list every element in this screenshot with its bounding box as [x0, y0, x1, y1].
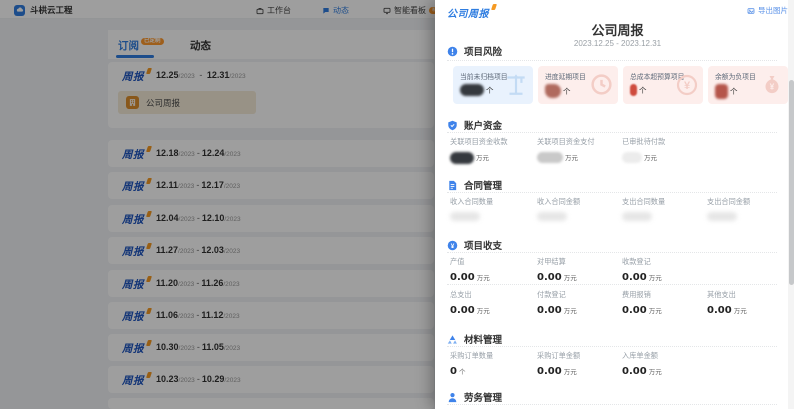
badge-tick-icon [491, 4, 496, 10]
redacted-value [537, 152, 563, 163]
company-weekly-report-drawer: 公司周报 导出图片 公司周报 2023.12.25 - 2023.12.31 项… [435, 0, 800, 409]
shield-icon [447, 120, 458, 131]
svg-text:¥: ¥ [451, 242, 455, 249]
stat-inbound-amount: 入库单金额 0.00万元 [622, 351, 706, 377]
risk-card-delayed[interactable]: 进度延期项目 个 [538, 66, 618, 104]
redacted-value [622, 212, 652, 221]
scrollbar-thumb[interactable] [789, 80, 794, 285]
stat-approved-pending: 已审批待付款 万元 [622, 137, 706, 163]
stat-funds-paid: 关联项目资金支付 万元 [537, 137, 621, 163]
stat-receipt-registration: 收款登记 0.00万元 [622, 257, 706, 283]
risk-card-unarchived[interactable]: 当前未归档项目 个 [453, 66, 533, 104]
stat-other-expense: 其他支出 0.00万元 [707, 290, 791, 316]
stat-income-contract-count: 收入合同数量 [450, 197, 534, 221]
svg-text:¥: ¥ [770, 83, 775, 92]
yen-circle-icon: ¥ [675, 73, 699, 102]
divider [447, 132, 777, 133]
stat-total-expense: 总支出 0.00万元 [450, 290, 534, 316]
stat-funds-received: 关联项目资金收款 万元 [450, 137, 534, 164]
stat-party-a-settlement: 对甲结算 0.00万元 [537, 257, 621, 283]
material-pile-icon [447, 334, 458, 345]
divider [447, 252, 777, 253]
drawer-scrollbar[interactable] [788, 0, 794, 409]
divider [447, 192, 777, 193]
redacted-value [450, 212, 480, 221]
yen-circle-icon: ¥ [447, 240, 458, 251]
section-project-income: ¥ 项目收支 [447, 238, 502, 252]
stat-expense-contract-count: 支出合同数量 [622, 197, 706, 221]
risk-card-negative-balance[interactable]: 余额为负项目 个 ¥ [708, 66, 788, 104]
document-icon [447, 180, 458, 191]
redacted-value [460, 84, 484, 96]
image-export-icon [747, 7, 755, 15]
stat-purchase-order-amount: 采购订单金额 0.00万元 [537, 351, 621, 377]
stat-payment-registration: 付款登记 0.00万元 [537, 290, 621, 316]
redacted-value [537, 212, 567, 221]
section-materials: 材料管理 [447, 332, 502, 346]
crane-icon [503, 71, 529, 102]
stat-income-contract-amount: 收入合同金额 [537, 197, 621, 221]
redacted-value [715, 84, 728, 99]
stat-expense-reimburse: 费用报销 0.00万元 [622, 290, 706, 316]
redacted-value [630, 84, 637, 96]
divider [447, 60, 777, 61]
stat-expense-contract-amount: 支出合同金额 [707, 197, 791, 221]
redacted-value [707, 212, 737, 221]
section-labor: 劳务管理 [447, 390, 502, 404]
redacted-value [622, 152, 642, 163]
section-project-risk: 项目风险 [447, 44, 502, 58]
divider [447, 404, 777, 405]
risk-card-over-budget[interactable]: 总成本超预算项目 个 ¥ [623, 66, 703, 104]
app-screen: 斗栱云工程 工作台 动态 智能看板 新 订阅 已定制 动态 [0, 0, 800, 409]
stat-output-value: 产值 0.00万元 [450, 257, 534, 283]
alert-circle-icon [447, 46, 458, 57]
drawer-title: 公司周报 [435, 20, 800, 39]
export-image-label: 导出图片 [758, 5, 788, 16]
export-image-button[interactable]: 导出图片 [747, 5, 788, 16]
svg-text:¥: ¥ [684, 80, 691, 92]
clock-icon [589, 72, 614, 102]
person-icon [447, 392, 458, 403]
redacted-value [450, 152, 474, 164]
section-contracts: 合同管理 [447, 178, 502, 192]
money-bag-icon: ¥ [760, 73, 784, 102]
divider [447, 346, 777, 347]
section-account-funds: 账户资金 [447, 118, 502, 132]
drawer-logo: 公司周报 [447, 5, 489, 20]
stat-purchase-order-count: 采购订单数量 0个 [450, 351, 534, 377]
divider [447, 284, 777, 285]
redacted-value [545, 84, 561, 98]
